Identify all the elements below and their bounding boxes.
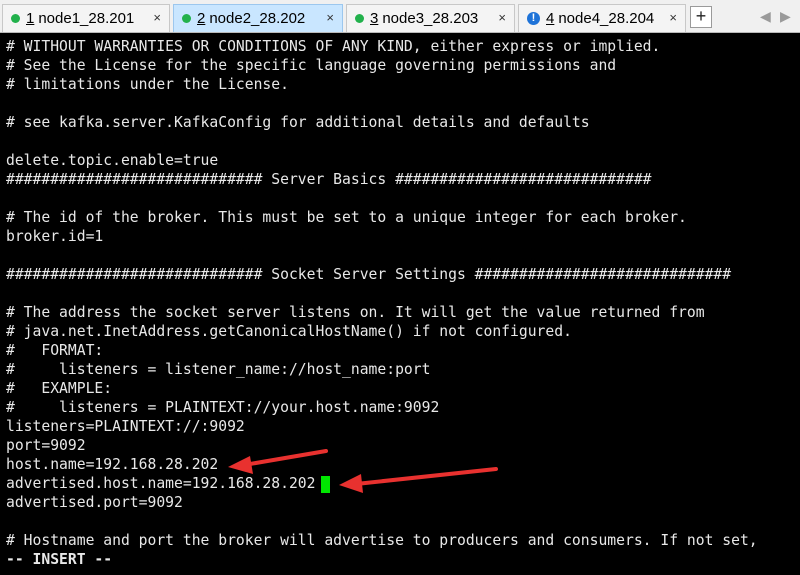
tab-bar: 1 node1_28.201 × 2 node2_28.202 × 3 node… xyxy=(0,0,800,33)
terminal[interactable]: # WITHOUT WARRANTIES OR CONDITIONS OF AN… xyxy=(0,33,800,575)
connected-status-icon xyxy=(11,14,20,23)
add-tab-button[interactable]: + xyxy=(690,6,712,28)
tab-label: node4_28.204 xyxy=(558,10,655,27)
tab-node1[interactable]: 1 node1_28.201 × xyxy=(2,4,170,32)
close-icon[interactable]: × xyxy=(326,10,334,25)
arrow-advertised-host-name xyxy=(339,467,498,493)
tab-label: node2_28.202 xyxy=(209,10,306,27)
tab-node4[interactable]: ! 4 node4_28.204 × xyxy=(518,4,686,32)
tab-number: 4 xyxy=(546,10,555,27)
close-icon[interactable]: × xyxy=(153,10,161,25)
tab-number: 1 xyxy=(26,10,35,27)
tab-number: 2 xyxy=(197,10,206,27)
disconnected-status-icon: ! xyxy=(527,12,540,25)
next-tab-icon[interactable]: ▶ xyxy=(780,8,791,25)
annotation-arrows xyxy=(228,449,498,493)
prev-tab-icon[interactable]: ◀ xyxy=(760,8,771,25)
connected-status-icon xyxy=(182,14,191,23)
tab-node2[interactable]: 2 node2_28.202 × xyxy=(173,4,343,32)
close-icon[interactable]: × xyxy=(669,10,677,25)
close-icon[interactable]: × xyxy=(498,10,506,25)
tab-label: node3_28.203 xyxy=(382,10,479,27)
arrow-host-name xyxy=(228,449,328,474)
tab-node3[interactable]: 3 node3_28.203 × xyxy=(346,4,515,32)
tab-number: 3 xyxy=(370,10,379,27)
connected-status-icon xyxy=(355,14,364,23)
tab-label: node1_28.201 xyxy=(38,10,135,27)
